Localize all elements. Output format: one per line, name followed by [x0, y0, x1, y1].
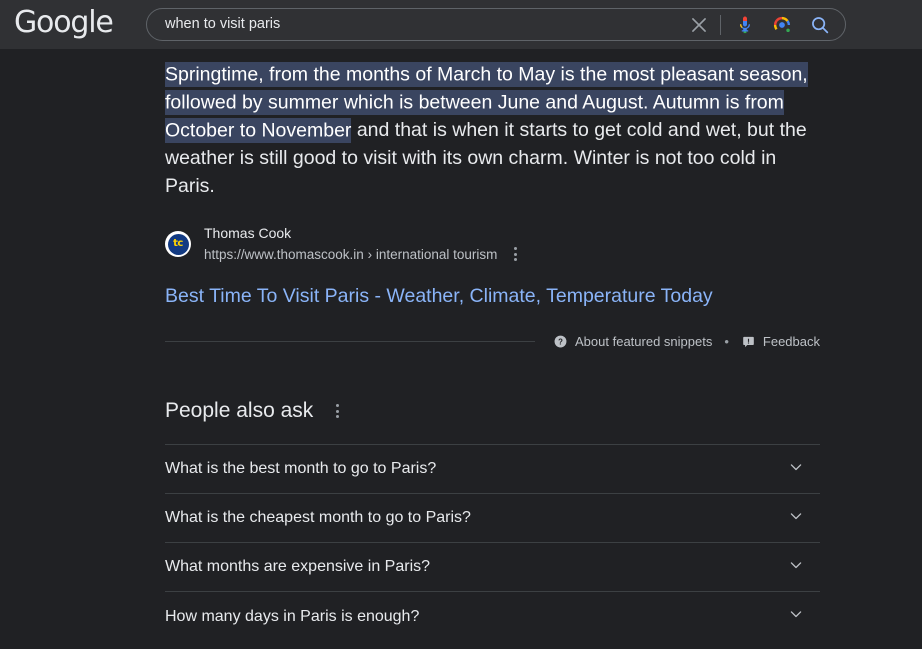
search-input[interactable]: when to visit paris: [165, 17, 686, 32]
snippet-source[interactable]: tc Thomas Cook https://www.thomascook.in…: [165, 224, 820, 264]
chevron-down-icon[interactable]: [786, 506, 820, 531]
search-submit-icon[interactable]: [809, 14, 831, 36]
paa-question-label: How many days in Paris is enough?: [165, 607, 420, 625]
paa-question-label: What is the cheapest month to go to Pari…: [165, 509, 471, 526]
google-logo[interactable]: Google: [14, 8, 114, 41]
kebab-dot: [335, 409, 339, 413]
about-featured-snippets-label: About featured snippets: [575, 333, 713, 349]
source-url-row: https://www.thomascook.in › internationa…: [204, 244, 525, 264]
help-circle-icon: ?: [553, 334, 568, 349]
people-also-ask-section: People also ask What is the best month t…: [165, 397, 820, 649]
kebab-dot: [513, 258, 517, 261]
paa-question-row[interactable]: What is the cheapest month to go to Pari…: [165, 494, 820, 543]
source-site-name: Thomas Cook: [204, 225, 292, 241]
kebab-dot: [513, 252, 517, 256]
microphone-icon[interactable]: [733, 13, 771, 37]
clear-search-icon[interactable]: [686, 12, 712, 38]
feedback-flag-icon: [741, 334, 756, 349]
snippet-feedback-link[interactable]: Feedback: [741, 334, 820, 349]
people-also-ask-title: People also ask: [165, 399, 314, 422]
chevron-down-icon[interactable]: [786, 457, 820, 482]
footer-separator: •: [724, 333, 729, 349]
results-column: Springtime, from the months of March to …: [165, 60, 820, 649]
favicon-mark: tc: [167, 233, 189, 255]
kebab-dot: [335, 415, 339, 418]
kebab-dot: [335, 404, 339, 407]
paa-question-label: What months are expensive in Paris?: [165, 558, 431, 575]
people-also-ask-list: What is the best month to go to Paris? W…: [165, 444, 820, 641]
snippet-footer: ? About featured snippets • Feedback: [165, 330, 820, 352]
google-lens-icon[interactable]: [771, 14, 809, 36]
kebab-dot: [513, 247, 517, 250]
featured-snippet-text: Springtime, from the months of March to …: [165, 60, 820, 200]
svg-text:?: ?: [558, 337, 563, 346]
people-also-ask-header: People also ask: [165, 397, 820, 425]
featured-snippet: Springtime, from the months of March to …: [165, 60, 820, 352]
result-options-kebab-icon[interactable]: [505, 244, 525, 264]
people-also-ask-kebab-icon[interactable]: [327, 401, 347, 421]
chevron-down-icon[interactable]: [786, 604, 820, 629]
search-bar[interactable]: when to visit paris: [146, 8, 846, 41]
thomascook-favicon-icon: tc: [165, 231, 191, 257]
snippet-feedback-label: Feedback: [762, 333, 820, 349]
paa-question-row[interactable]: What is the best month to go to Paris?: [165, 445, 820, 494]
result-title-link[interactable]: Best Time To Visit Paris - Weather, Clim…: [165, 283, 820, 309]
about-featured-snippets-link[interactable]: ? About featured snippets: [553, 334, 712, 349]
paa-question-row[interactable]: What months are expensive in Paris?: [165, 543, 820, 592]
paa-question-row[interactable]: How many days in Paris is enough?: [165, 592, 820, 641]
source-url: https://www.thomascook.in › internationa…: [204, 246, 498, 262]
paa-question-label: What is the best month to go to Paris?: [165, 460, 437, 477]
source-meta: Thomas Cook https://www.thomascook.in › …: [204, 224, 525, 264]
search-results-main: Springtime, from the months of March to …: [0, 49, 922, 649]
chevron-down-icon[interactable]: [786, 555, 820, 580]
search-header: Google when to visit paris: [0, 0, 922, 49]
search-divider: [720, 14, 721, 35]
snippet-footer-divider: [165, 340, 536, 342]
